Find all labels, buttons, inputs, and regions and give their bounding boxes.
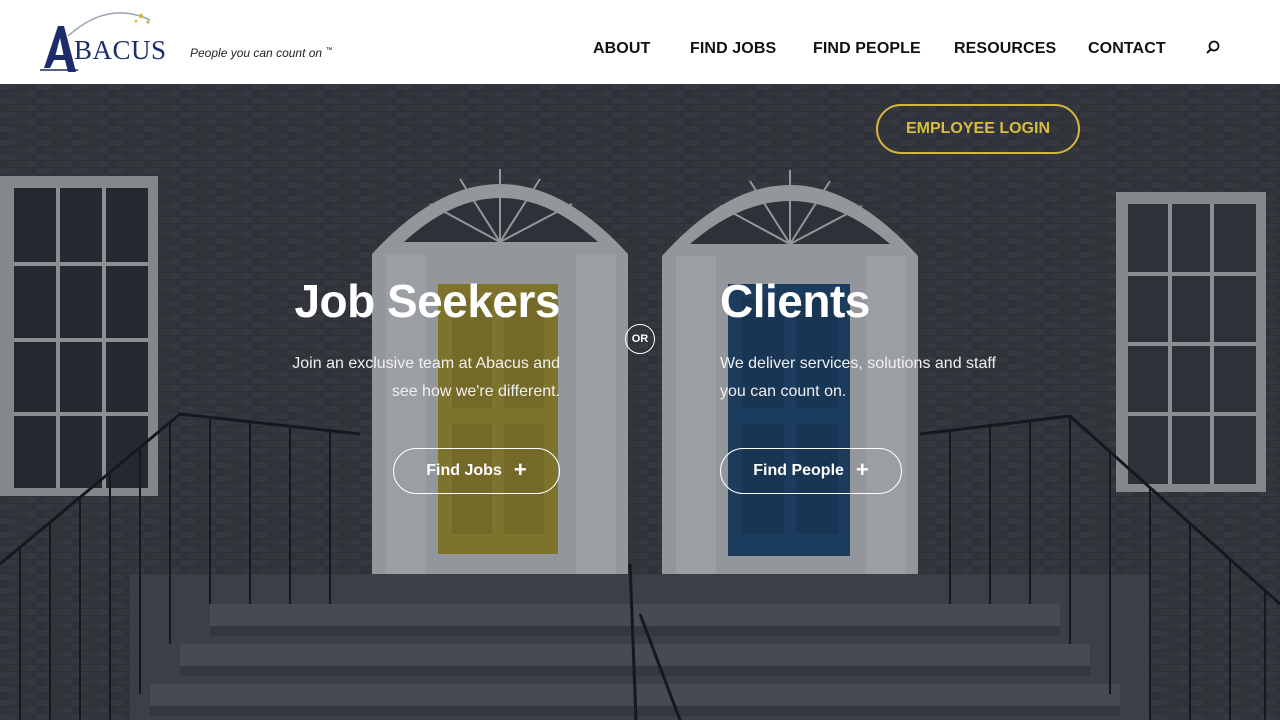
site-header: BACUS People you can count on ™ ABOUT FI…: [0, 0, 1280, 84]
search-icon[interactable]: [1204, 39, 1222, 57]
clients-description: We deliver services, solutions and staff…: [720, 350, 1020, 406]
main-nav: ABOUT FIND JOBS FIND PEOPLE RESOURCES CO…: [0, 0, 1280, 84]
find-people-label: Find People: [753, 462, 844, 479]
or-divider-badge: OR: [625, 324, 655, 354]
nav-resources[interactable]: RESOURCES: [954, 40, 1056, 58]
plus-icon: +: [855, 457, 869, 482]
hero-section: EMPLOYEE LOGIN Job Seekers Join an exclu…: [0, 84, 1280, 720]
employee-login-button[interactable]: EMPLOYEE LOGIN: [876, 104, 1080, 154]
job-seekers-description: Join an exclusive team at Abacus and see…: [240, 350, 560, 406]
find-jobs-label: Find Jobs: [426, 462, 502, 479]
find-people-button[interactable]: Find People +: [720, 448, 902, 494]
nav-about[interactable]: ABOUT: [593, 40, 650, 58]
nav-find-jobs[interactable]: FIND JOBS: [690, 40, 776, 58]
clients-title: Clients: [720, 275, 870, 327]
job-seekers-line-2: see how we're different.: [391, 383, 560, 400]
find-jobs-button[interactable]: Find Jobs +: [393, 448, 560, 494]
clients-line-1: We deliver services, solutions and staff: [720, 355, 996, 372]
job-seekers-line-1: Join an exclusive team at Abacus and: [292, 355, 560, 372]
nav-contact[interactable]: CONTACT: [1088, 40, 1166, 58]
plus-icon: +: [513, 457, 527, 482]
nav-find-people[interactable]: FIND PEOPLE: [813, 40, 921, 58]
clients-line-2: you can count on.: [720, 383, 847, 400]
job-seekers-title: Job Seekers: [294, 275, 560, 327]
hero-dark-overlay: [0, 84, 1280, 720]
